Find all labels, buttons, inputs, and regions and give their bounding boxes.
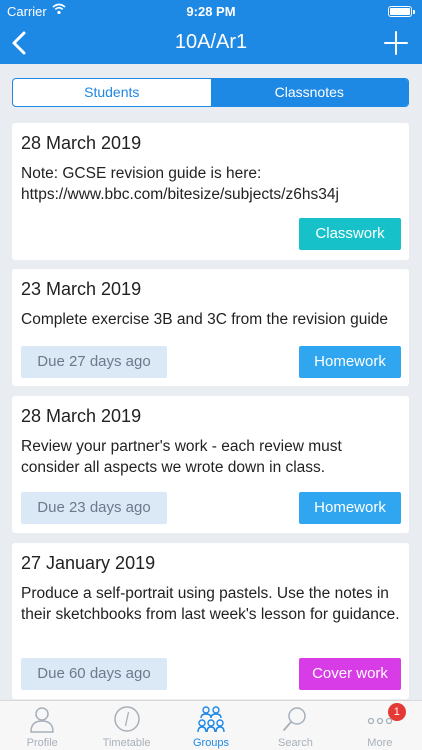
groups-icon: [197, 706, 225, 733]
type-badge: Cover work: [299, 658, 401, 690]
card-date: 27 January 2019: [21, 553, 156, 573]
segmented-control: Students Classnotes: [12, 78, 409, 107]
tab-label: Timetable: [102, 737, 151, 749]
due-badge: Due 27 days ago: [21, 346, 167, 378]
card-note: Review your partner's work - each review…: [21, 438, 342, 476]
tab-bar: Profile Timetable Groups Search 1 More: [0, 700, 422, 750]
type-badge: Classwork: [299, 218, 401, 250]
card-note: Produce a self-portrait using pastels. U…: [21, 585, 400, 623]
status-bar: Carrier 9:28 PM: [0, 0, 422, 22]
due-badge: Due 23 days ago: [21, 492, 167, 524]
card-note: Complete exercise 3B and 3C from the rev…: [21, 311, 389, 328]
tab-label: Groups: [192, 737, 230, 749]
battery-icon: [388, 6, 415, 17]
tab-more[interactable]: 1 More: [338, 701, 422, 750]
tab-classnotes[interactable]: Classnotes: [210, 79, 408, 106]
tab-students[interactable]: Students: [13, 79, 211, 106]
clock-icon: [113, 706, 140, 732]
tab-groups[interactable]: Groups: [169, 701, 253, 750]
classnote-card[interactable]: 27 January 2019 Produce a self-portrait …: [12, 543, 409, 699]
notification-badge: 1: [387, 703, 406, 721]
card-date: 28 March 2019: [21, 133, 142, 153]
search-icon: [283, 707, 307, 731]
tab-search[interactable]: Search: [253, 701, 337, 750]
page-title: 10A/Ar1: [174, 31, 248, 53]
add-icon[interactable]: [382, 29, 410, 57]
classnote-card[interactable]: 28 March 2019 Review your partner's work…: [12, 396, 409, 533]
tab-label: More: [367, 737, 393, 749]
type-badge: Homework: [299, 492, 401, 524]
due-badge: Due 60 days ago: [21, 658, 167, 690]
nav-bar: 10A/Ar1: [0, 22, 422, 64]
tab-label: Profile: [26, 737, 58, 749]
type-badge: Homework: [299, 346, 401, 378]
card-date: 28 March 2019: [21, 406, 142, 426]
tab-label: Search: [277, 737, 313, 749]
clock-time: 9:28 PM: [186, 4, 236, 19]
card-date: 23 March 2019: [21, 279, 142, 299]
tab-profile[interactable]: Profile: [0, 701, 84, 750]
tab-timetable[interactable]: Timetable: [84, 701, 168, 750]
classnote-card[interactable]: 28 March 2019 Note: GCSE revision guide …: [12, 123, 409, 260]
profile-icon: [30, 707, 54, 733]
classnote-card[interactable]: 23 March 2019 Complete exercise 3B and 3…: [12, 269, 409, 386]
card-note: Note: GCSE revision guide is here: https…: [21, 165, 339, 203]
